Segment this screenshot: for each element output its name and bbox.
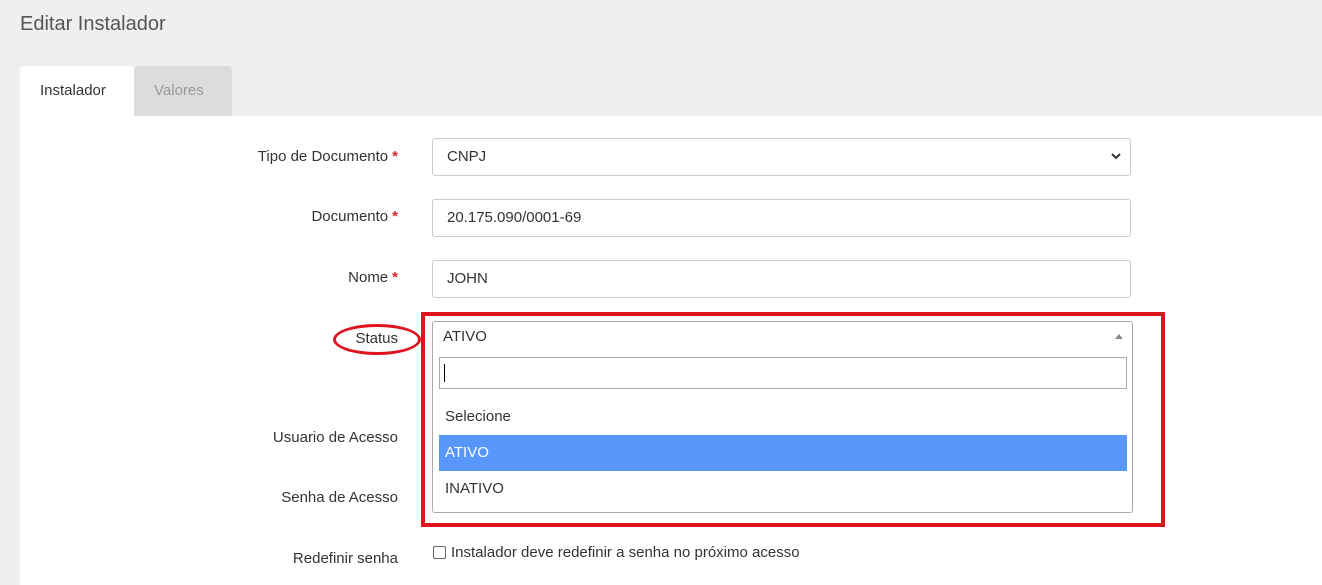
nome-label: Nome * (8, 269, 398, 286)
required-mark: * (392, 148, 398, 165)
required-mark: * (392, 269, 398, 286)
nome-value: JOHN (447, 270, 488, 287)
tab-valores[interactable]: Valores (134, 66, 232, 116)
annotation-ellipse (333, 324, 421, 355)
documento-label: Documento * (8, 208, 398, 225)
nome-input[interactable]: JOHN (432, 260, 1131, 298)
senha-acesso-label: Senha de Acesso (281, 489, 398, 506)
documento-label-text: Documento (311, 208, 389, 225)
usuario-acesso-label: Usuario de Acesso (272, 429, 398, 446)
redefinir-senha-label: Redefinir senha (292, 550, 398, 567)
required-mark: * (392, 208, 398, 225)
page-title: Editar Instalador (20, 13, 166, 35)
tipo-documento-select[interactable]: CNPJ (432, 138, 1131, 176)
tipo-documento-value: CNPJ (447, 148, 487, 165)
redefinir-senha-checkbox-label[interactable]: Instalador deve redefinir a senha no pró… (451, 544, 800, 561)
tipo-documento-label-text: Tipo de Documento (257, 148, 389, 165)
documento-value: 20.175.090/0001-69 (447, 209, 582, 226)
nome-label-text: Nome (348, 269, 389, 286)
annotation-box (421, 312, 1165, 527)
redefinir-senha-checkbox[interactable] (433, 546, 446, 559)
chevron-down-icon (1110, 139, 1122, 189)
documento-input[interactable]: 20.175.090/0001-69 (432, 199, 1131, 237)
tab-bar: Instalador Valores (20, 66, 232, 116)
tab-instalador[interactable]: Instalador (20, 66, 134, 116)
tipo-documento-label: Tipo de Documento * (8, 148, 398, 165)
